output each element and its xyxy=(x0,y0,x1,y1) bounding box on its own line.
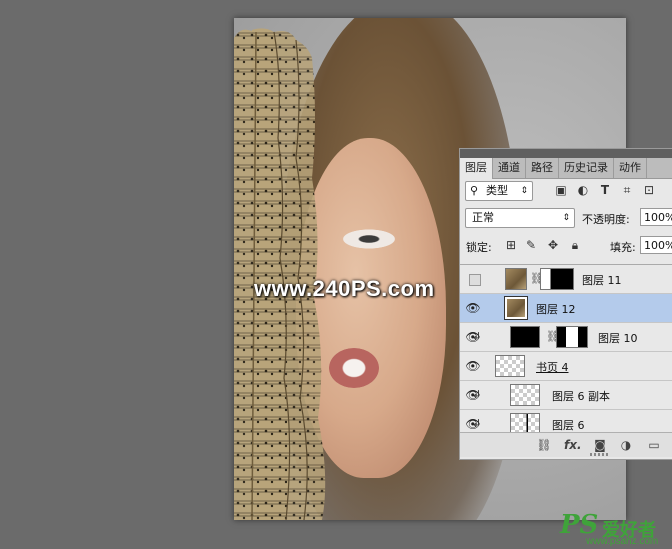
layer-filter-select[interactable]: ⚲ 类型 ⇕ xyxy=(465,181,533,201)
panel-tabs: 图层 通道 路径 历史记录 动作 xyxy=(460,158,672,179)
lock-pixels-icon[interactable]: ✎ xyxy=(524,238,538,252)
fill-input[interactable]: 100% xyxy=(640,236,672,254)
lock-position-icon[interactable]: ✥ xyxy=(546,238,560,252)
layer-row[interactable]: 👁︎ ↲ 图层 6 副本 xyxy=(460,381,672,410)
layer-mask-thumbnail xyxy=(540,268,574,290)
mask-icon[interactable]: ◙ xyxy=(592,437,608,453)
dropdown-arrow-icon: ⇕ xyxy=(520,186,528,196)
clipping-arrow-icon: ↲ xyxy=(472,417,482,430)
logo-url: www.psahz.com xyxy=(586,536,659,547)
layer-row[interactable]: ⛓ 图层 11 xyxy=(460,265,672,294)
folder-icon[interactable]: ▭ xyxy=(646,437,662,453)
adjustment-icon[interactable]: ◑ xyxy=(618,437,634,453)
type-filter-icon[interactable]: T xyxy=(598,183,612,197)
layer-name: 图层 12 xyxy=(536,303,576,316)
opacity-label: 不透明度: xyxy=(582,213,630,226)
layer-name: 图层 6 xyxy=(552,419,585,432)
site-logo: PS 爱好者 www.psahz.com xyxy=(560,510,670,547)
search-icon: ⚲ xyxy=(470,184,479,197)
fill-label: 填充: xyxy=(610,241,636,254)
shape-filter-icon[interactable]: ⌗ xyxy=(620,183,634,197)
tab-history[interactable]: 历史记录 xyxy=(559,158,614,178)
eye-region xyxy=(339,228,399,250)
layer-thumbnail xyxy=(505,268,527,290)
layer-name: 图层 10 xyxy=(598,332,638,345)
clipping-arrow-icon: ↲ xyxy=(472,388,482,401)
layer-mask-thumbnail xyxy=(556,326,588,348)
smart-object-thumbnail xyxy=(495,355,525,377)
link-icon[interactable]: ⛓ xyxy=(536,437,552,453)
layer-thumbnail xyxy=(504,296,528,320)
lock-all-icon[interactable]: 🔒︎ xyxy=(568,238,582,252)
layer-name: 图层 6 副本 xyxy=(552,390,610,403)
dropdown-arrow-icon: ⇕ xyxy=(562,213,570,223)
panel-resize-grip[interactable] xyxy=(590,453,610,456)
layer-filter-row: ⚲ 类型 ⇕ ▣ ◐ T ⌗ ⊡ xyxy=(460,179,672,203)
paper-strips-image xyxy=(234,28,326,520)
eye-icon[interactable]: 👁︎ xyxy=(465,358,481,374)
lock-row: 锁定: ⊞ ✎ ✥ 🔒︎ 填充: 100% xyxy=(460,235,672,259)
layer-thumbnail xyxy=(510,384,540,406)
layer-list: ⛓ 图层 11 👁︎ 图层 12 👁︎ ↲ ⛓ 图层 10 👁︎ 书页 4 👁︎… xyxy=(460,264,672,439)
fx-icon[interactable]: fx. xyxy=(564,437,582,453)
filter-label: 类型 xyxy=(486,184,508,197)
tab-layers[interactable]: 图层 xyxy=(460,158,493,179)
layers-panel: 图层 通道 路径 历史记录 动作 ⚲ 类型 ⇕ ▣ ◐ T ⌗ ⊡ 正常 ⇕ 不… xyxy=(459,148,672,460)
layer-name: 图层 11 xyxy=(582,274,622,287)
opacity-input[interactable]: 100% xyxy=(640,208,672,226)
lock-transparency-icon[interactable]: ⊞ xyxy=(504,238,518,252)
panel-footer: ⛓ fx. ◙ ◑ ▭ xyxy=(460,432,672,457)
layer-thumbnail xyxy=(510,326,540,348)
adjustment-filter-icon[interactable]: ◐ xyxy=(576,183,590,197)
visibility-toggle[interactable] xyxy=(469,274,481,286)
panel-title-bar[interactable] xyxy=(460,149,672,158)
blend-mode-select[interactable]: 正常 ⇕ xyxy=(465,208,575,228)
tab-paths[interactable]: 路径 xyxy=(526,158,559,178)
blend-row: 正常 ⇕ 不透明度: 100% xyxy=(460,206,672,230)
layer-row[interactable]: 👁︎ 图层 12 xyxy=(460,294,672,323)
tab-channels[interactable]: 通道 xyxy=(493,158,526,178)
layer-name: 书页 4 xyxy=(536,361,569,374)
smart-object-filter-icon[interactable]: ⊡ xyxy=(642,183,656,197)
lock-label: 锁定: xyxy=(466,241,492,254)
eye-icon[interactable]: 👁︎ xyxy=(465,300,481,316)
image-filter-icon[interactable]: ▣ xyxy=(554,183,568,197)
layer-row[interactable]: 👁︎ ↲ ⛓ 图层 10 xyxy=(460,323,672,352)
clipping-arrow-icon: ↲ xyxy=(472,330,482,343)
watermark-text: www.240PS.com xyxy=(254,276,435,301)
tab-actions[interactable]: 动作 xyxy=(614,158,647,178)
blend-mode-value: 正常 xyxy=(472,211,494,224)
layer-row[interactable]: 👁︎ 书页 4 xyxy=(460,352,672,381)
